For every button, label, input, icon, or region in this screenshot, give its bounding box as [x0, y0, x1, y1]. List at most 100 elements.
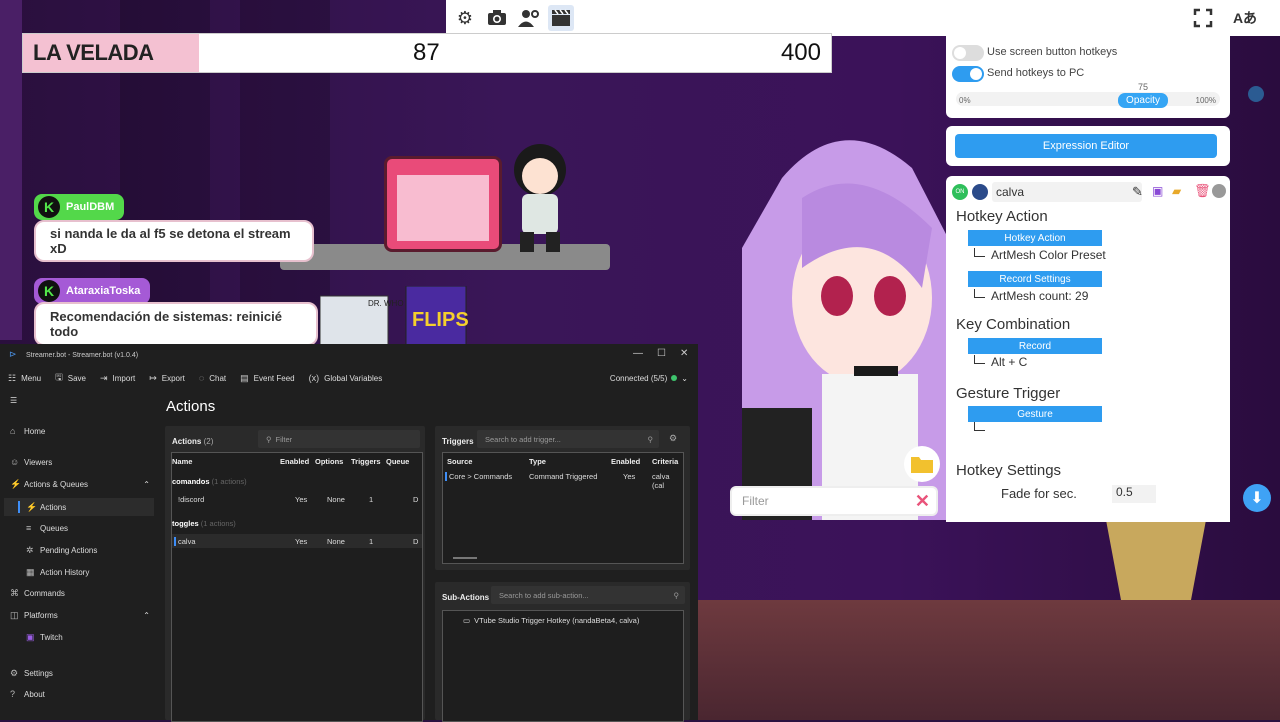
chat-username-text: AtaraxiaToska [66, 285, 141, 297]
send-hotkeys-toggle[interactable] [952, 66, 984, 82]
vts-settings-panel: Use screen button hotkeys Send hotkeys t… [946, 36, 1230, 118]
subaction-search-input[interactable]: Search to add sub-action... ⚲ [491, 586, 685, 604]
clear-filter-icon[interactable]: ✕ [915, 491, 930, 512]
expression-editor-button[interactable]: Expression Editor [955, 134, 1217, 158]
camera-icon[interactable] [484, 5, 510, 31]
scene-dot [1248, 86, 1264, 102]
table-cell: Yes [295, 495, 308, 504]
key-combination-value: Alt + C [974, 355, 1027, 369]
expand-icon[interactable] [1190, 5, 1216, 31]
save-button[interactable]: 🖫 Save [55, 370, 86, 386]
connection-status[interactable]: Connected (5/5) ⌄ [610, 374, 688, 383]
triggers-panel: Triggers Search to add trigger... ⚲ ⚙ Sou… [435, 426, 690, 570]
gesture-button[interactable]: Gesture [968, 406, 1102, 422]
opacity-slider[interactable] [956, 92, 1220, 106]
save-icon: 🖫 [55, 372, 63, 382]
gear-icon[interactable]: ⚙ [452, 5, 478, 31]
sidebar-item-queues[interactable]: ≡ Queues [26, 523, 68, 533]
trash-icon[interactable]: 🗑 [1194, 183, 1211, 199]
subaction-icon: ▭ [463, 616, 471, 625]
sidebar-item-history[interactable]: ▦ Action History [26, 567, 89, 578]
event-feed-button[interactable]: ▤ Event Feed [240, 373, 294, 384]
trigger-search-input[interactable]: Search to add trigger... ⚲ [477, 430, 659, 448]
record-settings-value: ArtMesh count: 29 [974, 289, 1088, 303]
sidebar-item-about[interactable]: ? About [10, 689, 45, 699]
filter-placeholder: Filter [742, 494, 769, 508]
streamerbot-window: ⊳ Streamer.bot - Streamer.bot (v1.0.4) —… [0, 344, 698, 722]
column-header[interactable]: Enabled [280, 457, 309, 466]
folder-button[interactable] [904, 446, 940, 482]
export-button[interactable]: ↦ Export [149, 373, 185, 384]
scroll-down-icon[interactable]: ⬇ [1243, 484, 1271, 512]
column-header[interactable]: Type [529, 457, 546, 466]
sidebar-item-pending[interactable]: ✲ Pending Actions [26, 545, 97, 556]
screen-button-hotkeys-toggle[interactable] [952, 45, 984, 61]
kick-badge-icon: K [38, 280, 60, 302]
maximize-icon[interactable]: ☐ [657, 348, 666, 359]
menu-button[interactable]: ☷ Menu [8, 373, 41, 384]
hotkey-name-field[interactable]: calva [992, 182, 1142, 202]
column-header[interactable]: Enabled [611, 457, 640, 466]
trigger-row[interactable]: Core > Commands [445, 472, 512, 481]
column-header[interactable]: Queue [386, 457, 409, 466]
sidebar-item-settings[interactable]: ⚙ Settings [10, 668, 53, 679]
page-title: Actions [166, 398, 216, 415]
search-icon: ⚲ [673, 590, 680, 600]
record-button[interactable]: Record [968, 338, 1102, 354]
table-row[interactable]: calva [174, 537, 196, 546]
scrollbar[interactable] [453, 557, 477, 559]
expression-editor-panel: Expression Editor [946, 126, 1230, 166]
globe-icon[interactable] [972, 184, 988, 200]
record-settings-button[interactable]: Record Settings [968, 271, 1102, 287]
twitch-icon[interactable]: ▣ [1152, 184, 1163, 198]
column-header[interactable]: Source [447, 457, 472, 466]
velada-value-goal: 400 [780, 39, 821, 66]
actions-filter-input[interactable]: ⚲ Filter [258, 430, 420, 448]
clapperboard-icon[interactable] [548, 5, 574, 31]
minimize-icon[interactable]: — [633, 348, 643, 359]
hotkey-filter[interactable]: Filter ✕ [732, 488, 936, 514]
active-indicator [18, 501, 20, 513]
close-icon[interactable]: ✕ [680, 348, 688, 359]
folder-x-icon[interactable]: ▰ [1172, 184, 1181, 198]
sidebar-item-viewers[interactable]: ☺ Viewers [10, 457, 52, 467]
fade-input[interactable]: 0.5 [1112, 485, 1156, 503]
actions-panel: Actions (2) ⚲ Filter Name Enabled Options… [165, 426, 425, 722]
table-row[interactable]: !discord [178, 495, 204, 504]
global-variables-button[interactable]: (x) Global Variables [309, 373, 383, 383]
opacity-min: 0% [959, 96, 971, 105]
search-icon: ⚲ [647, 434, 654, 444]
box2-label: FLIPS [412, 309, 469, 331]
sidebar-item-platforms[interactable]: ◫ Platforms ⌃ [10, 610, 150, 621]
table-cell: 1 [369, 495, 374, 504]
import-button[interactable]: ⇥ Import [100, 373, 135, 384]
sidebar-toggle-icon[interactable]: ☰ [10, 396, 17, 405]
bolt-icon: ⚡ [10, 479, 22, 489]
collapse-icon[interactable] [1212, 184, 1226, 198]
sidebar-item-commands[interactable]: ⌘ Commands [10, 588, 65, 599]
subaction-item[interactable]: ▭ VTube Studio Trigger Hotkey (nandaBeta4… [463, 616, 639, 625]
column-header[interactable]: Options [315, 457, 343, 466]
action-icon: ⚡ [26, 501, 38, 512]
column-header[interactable]: Criteria [652, 457, 678, 466]
pencil-icon[interactable]: ✎ [1132, 184, 1143, 200]
group-header[interactable]: comandos (1 actions) [172, 477, 247, 486]
settings-icon[interactable]: ⚙ [669, 433, 677, 444]
table-cell: D [413, 537, 419, 546]
hotkey-on-badge[interactable]: ON [952, 184, 968, 200]
sidebar-item-actions[interactable]: ⚡ Actions [4, 498, 154, 516]
sidebar-item-twitch[interactable]: ▣ Twitch [26, 632, 63, 643]
person-settings-icon[interactable] [516, 5, 542, 31]
hotkey-action-button[interactable]: Hotkey Action [968, 230, 1102, 246]
sidebar-item-actions-queues[interactable]: ⚡ Actions & Queues ⌃ [10, 479, 150, 490]
column-header[interactable]: Name [172, 457, 192, 466]
chat-button[interactable]: ◌ Chat [199, 373, 226, 383]
group-header[interactable]: toggles (1 actions) [172, 519, 236, 528]
actions-panel-label: Actions (2) [172, 437, 214, 446]
event-feed-icon: ▤ [240, 372, 249, 383]
translate-icon[interactable]: Aあ [1232, 5, 1258, 31]
sidebar-item-home[interactable]: ⌂ Home [10, 426, 45, 436]
column-header[interactable]: Triggers [351, 457, 381, 466]
lunchbox-prop [384, 156, 502, 252]
opacity-handle[interactable]: Opacity [1118, 93, 1168, 108]
